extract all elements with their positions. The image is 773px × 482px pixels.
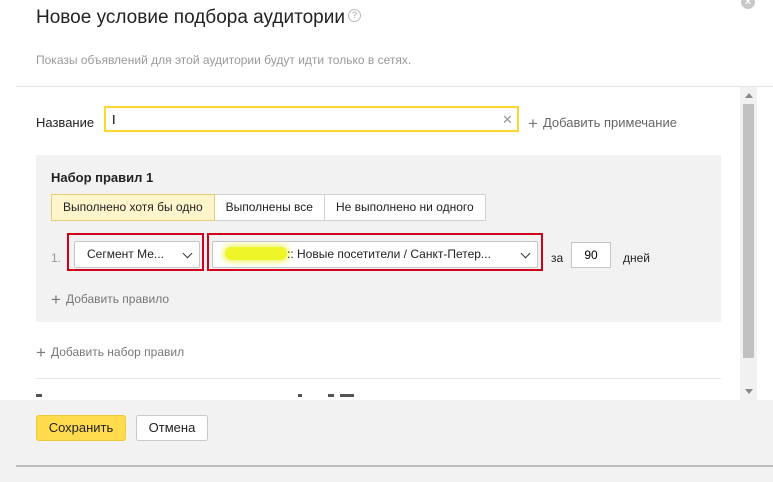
add-note-link[interactable]: + Добавить примечание bbox=[528, 114, 677, 134]
add-rule-label: Добавить правило bbox=[65, 292, 170, 306]
segment-select[interactable]: :: Новые посетители / Санкт-Петер... bbox=[212, 241, 538, 268]
segment-value: :: Новые посетители / Санкт-Петер... bbox=[287, 247, 491, 261]
period-prefix: за bbox=[551, 251, 564, 265]
dialog-title: Новое условие подбора аудитории? bbox=[36, 7, 361, 29]
rule-type-select[interactable]: Сегмент Ме... bbox=[74, 241, 200, 268]
ruleset-title: Набор правил 1 bbox=[51, 170, 154, 185]
clipped-glyph bbox=[328, 394, 334, 397]
rule-type-value: Сегмент Ме... bbox=[87, 247, 164, 261]
clipped-glyph bbox=[298, 394, 302, 397]
mode-all-button[interactable]: Выполнены все bbox=[213, 194, 325, 221]
section-divider bbox=[36, 378, 721, 379]
redacted-blur bbox=[225, 247, 287, 260]
bottom-border bbox=[16, 465, 773, 467]
rule-number: 1. bbox=[51, 251, 62, 265]
cancel-button[interactable]: Отмена bbox=[136, 415, 208, 441]
plus-icon: + bbox=[51, 290, 61, 309]
plus-icon: + bbox=[528, 114, 538, 133]
mode-none-button[interactable]: Не выполнено ни одного bbox=[323, 194, 486, 221]
dialog-title-text: Новое условие подбора аудитории bbox=[36, 7, 345, 28]
save-button[interactable]: Сохранить bbox=[36, 415, 126, 441]
mode-any-button[interactable]: Выполнено хотя бы одно bbox=[51, 194, 215, 221]
add-rule-link[interactable]: + Добавить правило bbox=[51, 290, 169, 310]
add-ruleset-label: Добавить набор правил bbox=[50, 345, 185, 359]
dialog-footer: Сохранить Отмена bbox=[0, 400, 773, 482]
ruleset-panel: Набор правил 1 Выполнено хотя бы одно Вы… bbox=[36, 155, 721, 322]
scrollbar[interactable] bbox=[740, 87, 757, 400]
dialog-subtitle: Показы объявлений для этой аудитории буд… bbox=[36, 53, 412, 67]
add-ruleset-link[interactable]: + Добавить набор правил bbox=[36, 343, 184, 363]
days-input[interactable]: 90 bbox=[571, 242, 611, 268]
scroll-down-arrow-icon[interactable] bbox=[745, 389, 753, 394]
ruleset-mode-switch: Выполнено хотя бы одно Выполнены все Не … bbox=[51, 194, 486, 221]
close-icon[interactable]: × bbox=[741, 0, 755, 9]
clipped-glyph bbox=[36, 394, 42, 397]
add-note-label: Добавить примечание bbox=[542, 115, 677, 130]
name-input[interactable]: I bbox=[104, 106, 519, 132]
name-label: Название bbox=[36, 115, 95, 130]
chevron-down-icon bbox=[182, 248, 193, 259]
help-icon[interactable]: ? bbox=[347, 9, 361, 22]
chevron-down-icon bbox=[520, 248, 531, 259]
clipped-glyph bbox=[340, 394, 354, 397]
scroll-thumb[interactable] bbox=[743, 104, 754, 358]
days-label: дней bbox=[623, 251, 651, 265]
plus-icon: + bbox=[36, 343, 46, 362]
scroll-up-arrow-icon[interactable] bbox=[745, 93, 753, 98]
dialog-body: Название I ✕ + Добавить примечание Набор … bbox=[16, 87, 756, 400]
clear-icon[interactable]: ✕ bbox=[502, 112, 513, 128]
